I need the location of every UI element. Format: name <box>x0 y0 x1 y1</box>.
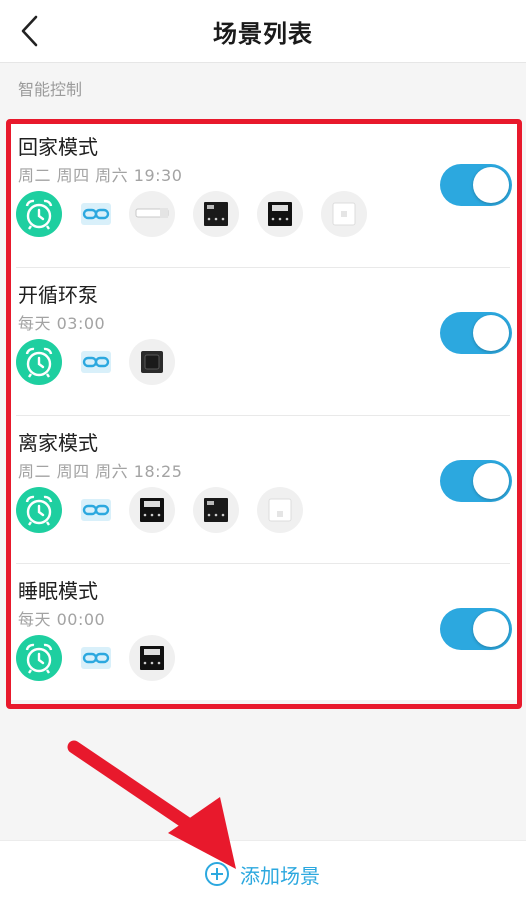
curtain-motor-icon <box>129 191 175 237</box>
toggle-knob <box>473 463 509 499</box>
scene-toggle[interactable] <box>440 164 512 206</box>
alarm-clock-icon <box>16 339 62 385</box>
alarm-clock-icon <box>16 487 62 533</box>
scene-list: 回家模式 周二 周四 周六 19:30 开循环泵 每天 03:00 离家模式 周… <box>8 120 518 700</box>
top-bar: 场景列表 <box>0 0 526 63</box>
thermostat-panel-icon <box>193 191 239 237</box>
thermostat-panel-icon <box>129 635 175 681</box>
scene-item[interactable]: 离家模式 周二 周四 周六 18:25 <box>16 416 512 564</box>
scene-name: 开循环泵 <box>18 283 98 307</box>
link-icon <box>81 647 111 669</box>
scene-toggle[interactable] <box>440 312 512 354</box>
scene-item[interactable]: 睡眠模式 每天 00:00 <box>16 564 512 711</box>
scene-name: 睡眠模式 <box>18 579 98 603</box>
wall-switch-icon <box>257 487 303 533</box>
wall-switch-icon <box>321 191 367 237</box>
alarm-clock-icon <box>16 635 62 681</box>
scene-toggle[interactable] <box>440 608 512 650</box>
scene-schedule: 周二 周四 周六 19:30 <box>18 166 183 185</box>
scene-item[interactable]: 开循环泵 每天 03:00 <box>16 268 512 416</box>
scene-name: 离家模式 <box>18 431 98 455</box>
scene-item[interactable]: 回家模式 周二 周四 周六 19:30 <box>16 120 512 268</box>
toggle-knob <box>473 611 509 647</box>
toggle-knob <box>473 315 509 351</box>
scene-toggle[interactable] <box>440 460 512 502</box>
page-title: 场景列表 <box>213 20 313 48</box>
alarm-clock-icon <box>16 191 62 237</box>
toggle-knob <box>473 167 509 203</box>
pointer-arrow-icon <box>67 740 236 869</box>
scene-schedule: 每天 00:00 <box>18 610 106 629</box>
link-icon <box>81 499 111 521</box>
section-label: 智能控制 <box>18 80 83 99</box>
thermostat-panel-icon <box>257 191 303 237</box>
pump-switch-icon <box>129 339 175 385</box>
thermostat-panel-icon <box>129 487 175 533</box>
scene-name: 回家模式 <box>18 135 98 159</box>
scene-schedule: 每天 03:00 <box>18 314 106 333</box>
link-icon <box>81 351 111 373</box>
link-icon <box>81 203 111 225</box>
thermostat-panel-icon <box>193 487 239 533</box>
scene-schedule: 周二 周四 周六 18:25 <box>18 462 183 481</box>
